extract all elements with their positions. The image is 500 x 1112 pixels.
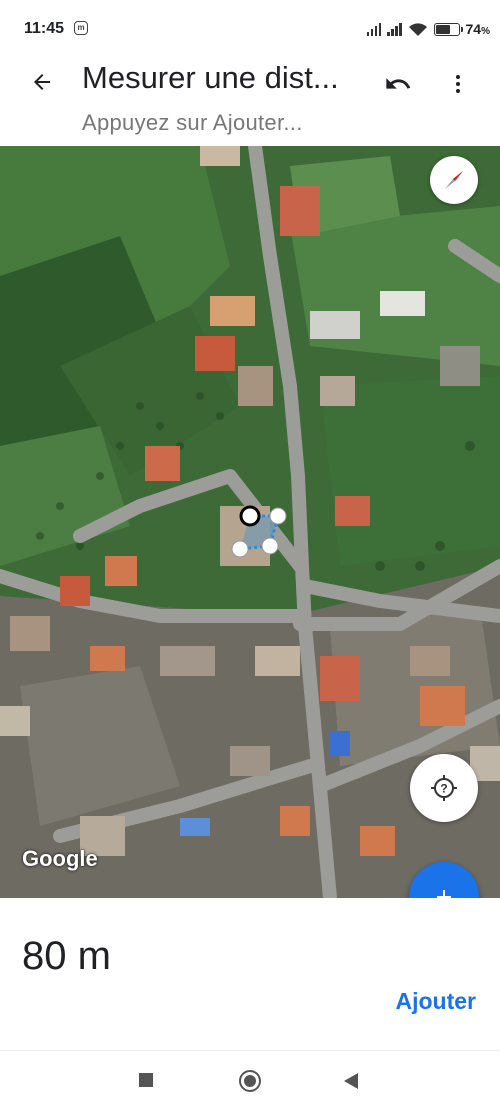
- more-vert-icon: [456, 75, 460, 93]
- instruction-subtitle: Appuyez sur Ajouter...: [82, 110, 303, 135]
- status-icons: 74%: [366, 18, 490, 40]
- status-bar: 11:45 m 74%: [0, 0, 500, 58]
- undo-button[interactable]: [380, 66, 416, 102]
- measurement-panel: 80 m Ajouter: [0, 898, 500, 1050]
- notification-icon: m: [74, 21, 88, 35]
- signal-icon: [387, 22, 402, 36]
- wifi-icon: [408, 22, 427, 36]
- add-icon: [437, 890, 451, 898]
- battery-icon: [433, 22, 463, 36]
- home-icon[interactable]: [239, 1070, 261, 1092]
- battery-percent: 74%: [465, 21, 490, 37]
- measure-point[interactable]: [239, 505, 261, 527]
- svg-text:?: ?: [440, 782, 447, 796]
- my-location-icon: ?: [431, 775, 457, 801]
- distance-value: 80 m: [22, 934, 111, 978]
- undo-icon: [386, 78, 411, 89]
- battery-level: [435, 24, 451, 34]
- add-point-button[interactable]: Ajouter: [396, 988, 477, 1015]
- satellite-map[interactable]: ? Google: [0, 146, 500, 898]
- back-arrow-icon: [34, 74, 50, 90]
- google-attribution: Google: [22, 846, 98, 871]
- signal-icon: [366, 22, 382, 36]
- measure-point[interactable]: [269, 507, 287, 525]
- measure-point[interactable]: [231, 540, 249, 558]
- recent-apps-icon[interactable]: [139, 1073, 153, 1087]
- more-options-button[interactable]: [440, 66, 476, 102]
- compass-button[interactable]: [430, 156, 478, 204]
- system-nav-bar: [0, 1050, 500, 1112]
- compass-icon: [445, 171, 463, 189]
- back-button[interactable]: [24, 64, 60, 100]
- status-time: 11:45: [24, 20, 65, 37]
- my-location-button[interactable]: ?: [410, 754, 478, 822]
- measure-point[interactable]: [261, 537, 279, 555]
- app-header: Mesurer une dist... Appuyez sur Ajouter.…: [0, 58, 500, 146]
- back-icon[interactable]: [344, 1073, 358, 1089]
- page-title: Mesurer une dist...: [82, 60, 339, 95]
